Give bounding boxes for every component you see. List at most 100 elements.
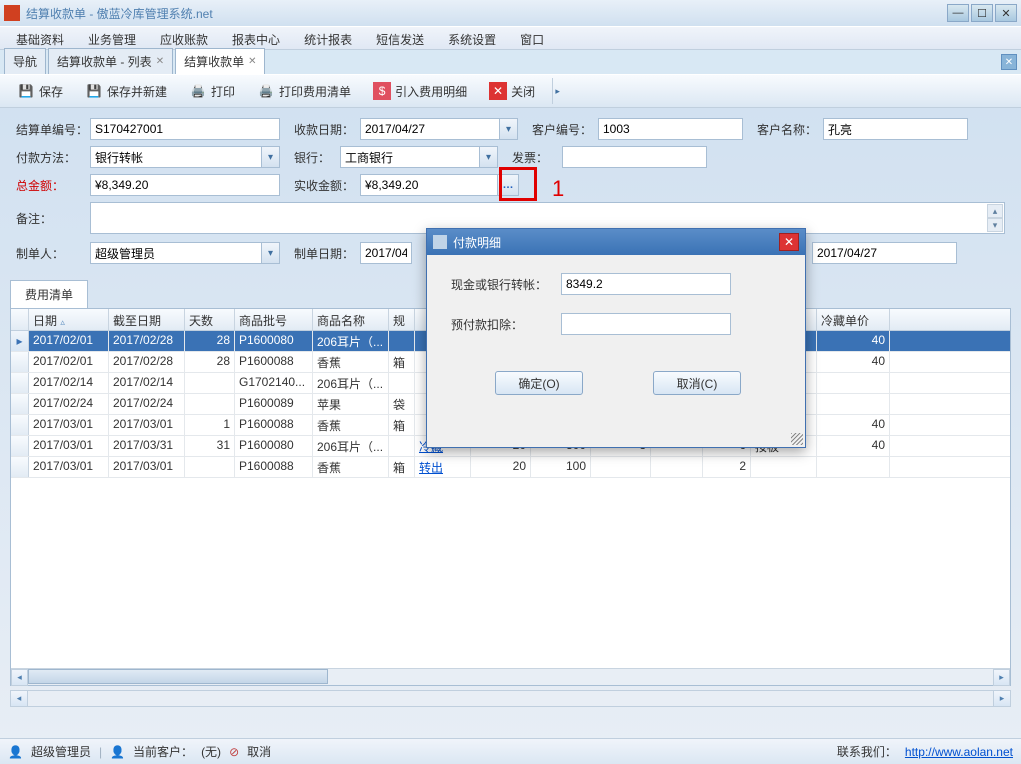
close-button[interactable]: ✕关闭 [480,77,544,105]
cell: 20 [471,457,531,477]
col-header[interactable]: 商品名称 [313,309,389,330]
col-header[interactable]: 商品批号 [235,309,313,330]
tab-close-icon[interactable]: ✕ [248,56,256,67]
user-icon: 👤 [8,745,23,759]
menu-系统设置[interactable]: 系统设置 [436,27,508,49]
dialog-titlebar[interactable]: 付款明细 ✕ [427,229,805,255]
scroll-left-icon[interactable]: ◂ [11,669,28,686]
bank-dropdown-icon[interactable]: ▾ [480,146,498,168]
cell [651,457,703,477]
recv-date-input[interactable] [360,118,500,140]
make-date-label: 制单日期： [294,245,360,262]
menu-报表中心[interactable]: 报表中心 [220,27,292,49]
make-date-input[interactable] [360,242,412,264]
dialog-icon [433,235,447,249]
memo-label: 备注： [16,202,90,227]
import-fee-button[interactable]: $引入费用明细 [364,77,476,105]
tab-close-icon[interactable]: ✕ [156,56,164,67]
cancel-icon[interactable]: ⊘ [229,745,239,759]
col-header[interactable]: 冷藏单价 [817,309,890,330]
tabstrip-close-button[interactable]: ✕ [1001,54,1017,70]
grid-hscrollbar[interactable]: ◂ ▸ [11,668,1010,685]
pay-method-input[interactable] [90,146,262,168]
cust-no-input[interactable] [598,118,743,140]
actual-label: 实收金额： [294,177,360,194]
memo-scroll-up-icon[interactable]: ▴ [987,204,1003,218]
window-close-button[interactable]: ✕ [995,4,1017,22]
fee-list-tab[interactable]: 费用清单 [10,280,88,308]
cell: 40 [817,352,890,372]
menu-短信发送[interactable]: 短信发送 [364,27,436,49]
cust-name-input[interactable] [823,118,968,140]
prepay-input[interactable] [561,313,731,335]
print-button[interactable]: 🖨️打印 [180,77,244,105]
status-cancel[interactable]: 取消 [247,743,271,760]
scroll-right-icon[interactable]: ▸ [993,669,1010,686]
printer-icon: 🖨️ [189,82,207,100]
cash-input[interactable] [561,273,731,295]
dialog-close-button[interactable]: ✕ [779,233,799,251]
cell [389,373,415,393]
tab-结算收款单 - 列表[interactable]: 结算收款单 - 列表✕ [48,48,173,74]
maker-label: 制单人： [16,245,90,262]
print-label: 打印 [211,83,235,100]
cell: 苹果 [313,394,389,414]
table-row[interactable]: 2017/03/012017/03/01P1600088香蕉箱转出201002 [11,457,1010,478]
total-input[interactable] [90,174,280,196]
cell[interactable]: 转出 [415,457,471,477]
col-header[interactable]: 规 [389,309,415,330]
cancel-button[interactable]: 取消(C) [653,371,741,395]
app-icon [4,5,20,21]
maximize-button[interactable]: ☐ [971,4,993,22]
actual-ellipsis-button[interactable]: … [497,174,519,196]
resize-grip-icon[interactable] [791,433,803,445]
cell: 2017/02/28 [109,331,185,351]
document-tabs: 导航结算收款单 - 列表✕结算收款单✕✕ [0,50,1021,74]
cell: 2017/03/01 [29,436,109,456]
invoice-input[interactable] [562,146,707,168]
col-header[interactable]: 日期 ▵ [29,309,109,330]
currency-icon: $ [373,82,391,100]
row-indicator [11,352,29,372]
person-icon: 👤 [110,745,125,759]
ok-button[interactable]: 确定(O) [495,371,583,395]
actual-input[interactable] [360,174,498,196]
bank-input[interactable] [340,146,480,168]
cell: 100 [531,457,591,477]
row-indicator: ▸ [11,331,29,351]
cell: 28 [185,331,235,351]
cell: 31 [185,436,235,456]
content-scroll-left-icon[interactable]: ◂ [11,691,28,706]
cell: 2017/03/01 [29,457,109,477]
tab-结算收款单[interactable]: 结算收款单✕ [175,48,265,74]
col-header[interactable]: 截至日期 [109,309,185,330]
menu-基础资料[interactable]: 基础资料 [4,27,76,49]
maker-input[interactable] [90,242,262,264]
cell: 2017/03/31 [109,436,185,456]
cell [185,373,235,393]
recv-date-dropdown-icon[interactable]: ▾ [500,118,518,140]
cell: P1600089 [235,394,313,414]
content-scroll-right-icon[interactable]: ▸ [993,691,1010,706]
maker-dropdown-icon[interactable]: ▾ [262,242,280,264]
cell: P1600088 [235,457,313,477]
menu-窗口[interactable]: 窗口 [508,27,556,49]
save-button[interactable]: 💾保存 [8,77,72,105]
memo-scroll-down-icon[interactable]: ▾ [987,218,1003,232]
save-new-button[interactable]: 💾保存并新建 [76,77,176,105]
menu-应收账款[interactable]: 应收账款 [148,27,220,49]
pay-method-dropdown-icon[interactable]: ▾ [262,146,280,168]
sn-input[interactable] [90,118,280,140]
status-url-link[interactable]: http://www.aolan.net [905,745,1013,759]
print-fee-button[interactable]: 🖨️打印费用清单 [248,77,360,105]
col-header[interactable]: 天数 [185,309,235,330]
menu-业务管理[interactable]: 业务管理 [76,27,148,49]
tab-导航[interactable]: 导航 [4,48,46,74]
menu-统计报表[interactable]: 统计报表 [292,27,364,49]
minimize-button[interactable]: — [947,4,969,22]
content-hscrollbar[interactable]: ◂ ▸ [10,690,1011,707]
toolbar-overflow-icon[interactable]: ▸ [552,78,562,104]
save-new-icon: 💾 [85,82,103,100]
scroll-thumb[interactable] [28,669,328,684]
audit-date-input[interactable] [812,242,957,264]
